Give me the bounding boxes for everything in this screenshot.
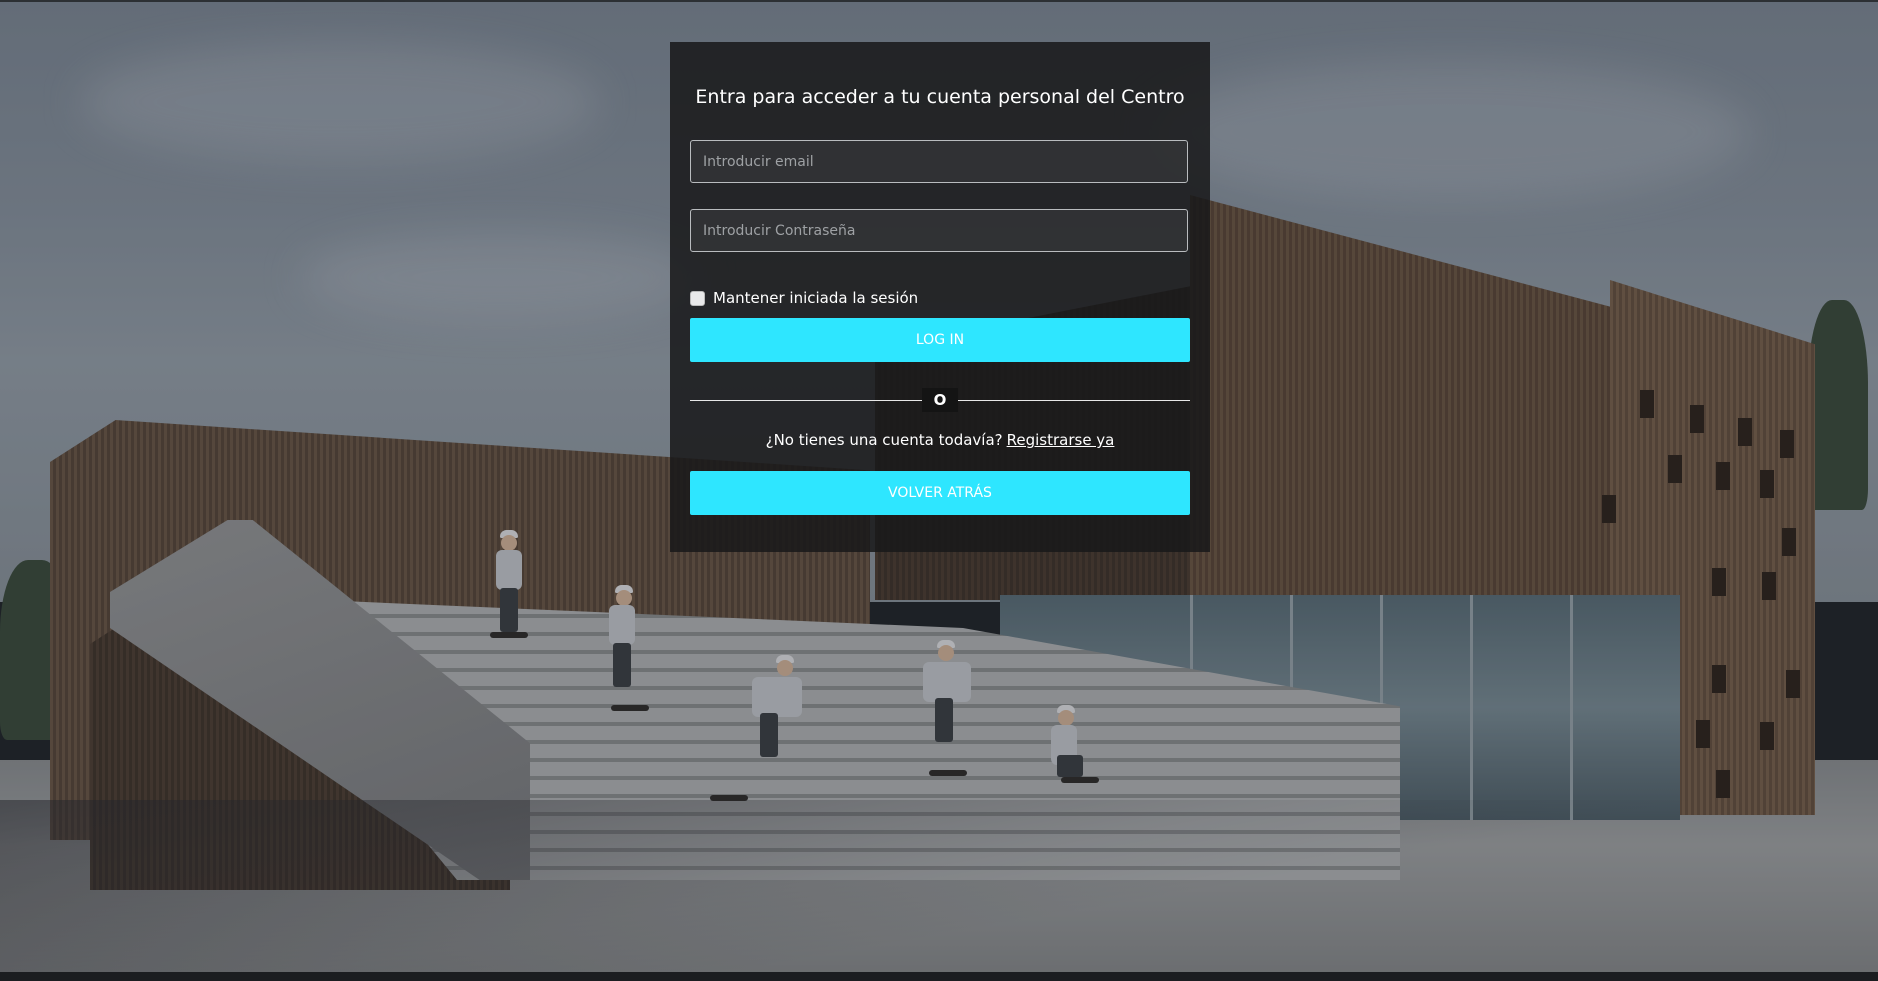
- divider-or: O: [922, 388, 958, 412]
- login-card: Entra para acceder a tu cuenta personal …: [670, 42, 1210, 552]
- login-title: Entra para acceder a tu cuenta personal …: [695, 86, 1185, 108]
- login-button[interactable]: LOG IN: [690, 318, 1190, 362]
- email-input[interactable]: [690, 140, 1188, 183]
- remember-checkbox[interactable]: [690, 290, 705, 306]
- os-taskbar: [0, 972, 1878, 981]
- password-input[interactable]: [690, 209, 1188, 252]
- remember-session[interactable]: Mantener iniciada la sesión: [690, 288, 918, 308]
- register-link[interactable]: Registrarse ya: [1007, 431, 1115, 449]
- divider-line-left: [690, 400, 922, 401]
- register-prompt: ¿No tienes una cuenta todavía? Registrars…: [670, 431, 1210, 449]
- divider-line-right: [958, 400, 1190, 401]
- no-account-text: ¿No tienes una cuenta todavía?: [765, 431, 1003, 449]
- back-button[interactable]: VOLVER ATRÁS: [690, 471, 1190, 515]
- remember-label: Mantener iniciada la sesión: [713, 289, 919, 307]
- or-divider: O: [690, 388, 1190, 412]
